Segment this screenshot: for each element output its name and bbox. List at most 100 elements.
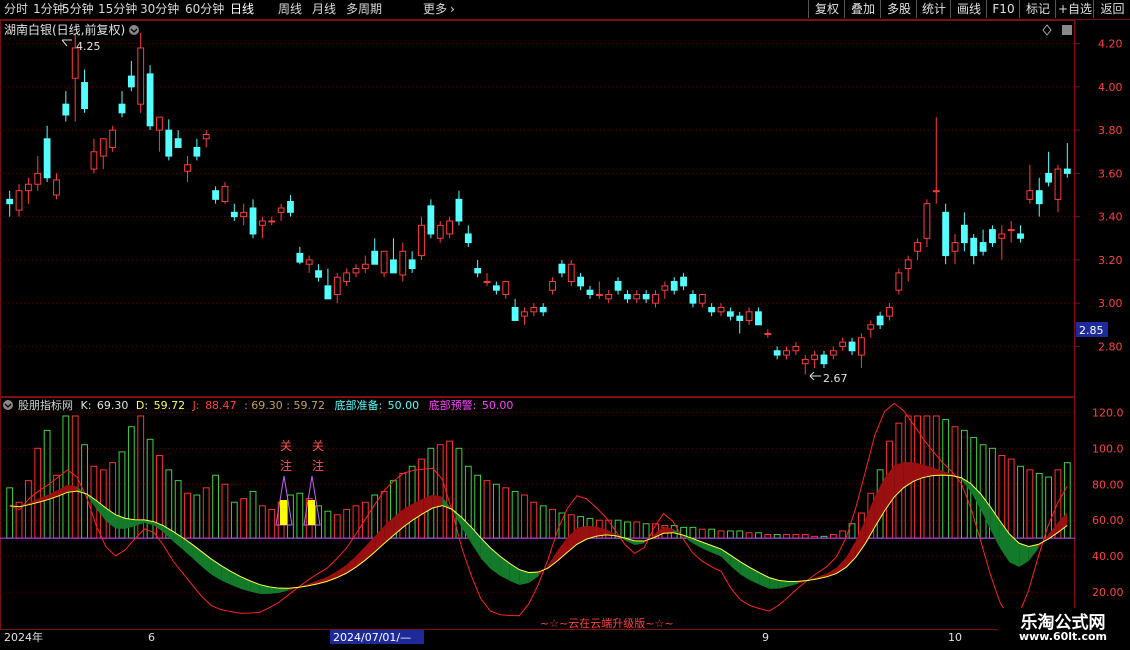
candle-body (764, 332, 772, 335)
indicator-bar (324, 510, 332, 539)
indicator-bar (202, 487, 210, 539)
date-label-sep: 9 (762, 631, 769, 644)
candle-body (287, 201, 294, 213)
period-tab-3[interactable]: 15分钟 (98, 0, 137, 19)
candlestick-series[interactable] (6, 32, 1071, 375)
period-tab-0[interactable]: 分时 (4, 0, 28, 19)
candle-body (502, 281, 510, 296)
indicator-bar (333, 514, 341, 539)
indicator-bar (773, 534, 781, 539)
candle-body (923, 203, 931, 239)
toolbar-button-0[interactable]: 复权 (808, 0, 845, 18)
indicator-panel-frame (0, 397, 1075, 630)
candle-body (670, 281, 678, 291)
band-segment (548, 550, 558, 569)
candle-body (15, 190, 23, 211)
toolbar-button-5[interactable]: F10 (986, 0, 1020, 18)
toolbar-button-2[interactable]: 多股 (880, 0, 917, 18)
candle-body (904, 259, 912, 270)
candle-body (521, 311, 528, 317)
indicator-bar (174, 480, 182, 539)
toolbar-button-8[interactable]: 返回 (1093, 0, 1130, 18)
band-segment (971, 483, 981, 510)
indicator-bar (212, 474, 219, 539)
candle-body (408, 259, 416, 270)
candle-body (567, 263, 575, 283)
candle-body (614, 281, 622, 291)
more-chevron-icon[interactable]: › (450, 0, 455, 19)
toolbar-button-4[interactable]: 画线 (950, 0, 987, 18)
price-axis-label: 3.80 (1098, 124, 1123, 137)
candle-body (118, 103, 126, 114)
candle-body (1063, 168, 1071, 174)
period-tab-4[interactable]: 30分钟 (140, 0, 179, 19)
indicator-name: 股朋指标网 (18, 398, 73, 412)
watermark: 乐淘公式网 www.60lt.com (998, 608, 1128, 648)
band-segment (855, 519, 866, 558)
candle-body (1045, 172, 1053, 183)
candle-body (146, 73, 154, 127)
indicator-bar (745, 532, 753, 539)
candle-body (436, 224, 444, 239)
candle-body (745, 311, 753, 321)
date-label-year: 2024年 (4, 630, 43, 644)
candle-body (1026, 190, 1034, 200)
band-segment (278, 588, 289, 593)
candle-body (970, 237, 978, 257)
indicator-bar (642, 523, 650, 539)
settings-square-icon[interactable] (1062, 25, 1072, 35)
toolbar-button-1[interactable]: 叠加 (844, 0, 881, 18)
diamond-icon[interactable] (1042, 24, 1052, 36)
k-value: 69.30 (97, 399, 129, 412)
candle-body (277, 207, 285, 213)
candle-body (137, 47, 145, 105)
band-segment (836, 557, 847, 574)
candle-body (783, 350, 790, 356)
period-tab-7[interactable]: 周线 (278, 0, 302, 19)
candle-body (127, 75, 135, 88)
period-tab-8[interactable]: 月线 (312, 0, 336, 19)
candle-body (418, 224, 425, 257)
candle-body (53, 179, 60, 196)
candle-body (455, 198, 463, 222)
toolbar-button-7[interactable]: +自选 (1055, 0, 1094, 18)
indicator-axis-label: 20.00 (1092, 586, 1124, 599)
indicator-axis-label: 40.00 (1092, 550, 1124, 563)
focus-mark-1b: 注 (280, 458, 292, 473)
period-tab-9[interactable]: 多周期 (346, 0, 382, 19)
candle-body (202, 133, 210, 140)
price-axis-labels: 4.20 4.00 3.80 3.60 3.40 3.20 3.00 2.80 120.0 100… (1092, 38, 1124, 599)
indicator-bar (764, 534, 772, 539)
focus-mark-2a: 关 (312, 439, 324, 453)
indicator-bar (24, 480, 32, 539)
bottom-ready-value: 50.00 (388, 399, 420, 412)
chevron-down-icon[interactable] (129, 25, 139, 35)
chevron-down-icon-2[interactable] (3, 400, 13, 410)
indicator-bar (1026, 469, 1034, 539)
period-tab-2[interactable]: 5分钟 (62, 0, 94, 19)
candle-body (315, 270, 322, 278)
indicator-bar (483, 480, 491, 539)
low-marker-label: 2.67 (823, 372, 848, 385)
candle-body (511, 306, 519, 321)
band-segment (471, 527, 481, 559)
candle-body (193, 146, 201, 157)
candle-body (867, 324, 875, 330)
band-segment (788, 581, 799, 587)
bottom-warn-label: 底部预警: (429, 398, 477, 412)
period-tab-5[interactable]: 60分钟 (185, 0, 224, 19)
toolbar-button-6[interactable]: 标记 (1019, 0, 1056, 18)
band-segment (932, 467, 943, 476)
period-tab-6[interactable]: 日线 (230, 0, 254, 19)
candle-body (951, 242, 959, 252)
period-tab-10[interactable]: 更多 (423, 0, 447, 19)
extra-values: : 69.30 : 59.72 (244, 399, 325, 412)
candle-body (333, 276, 341, 296)
indicator-bar (951, 426, 959, 539)
candle-body (558, 263, 566, 274)
period-tab-1[interactable]: 1分钟 (33, 0, 65, 19)
toolbar-button-3[interactable]: 统计 (916, 0, 951, 18)
indicator-bar (736, 530, 744, 539)
high-marker-label: 4.25 (76, 40, 101, 53)
band-segment (1047, 522, 1058, 540)
